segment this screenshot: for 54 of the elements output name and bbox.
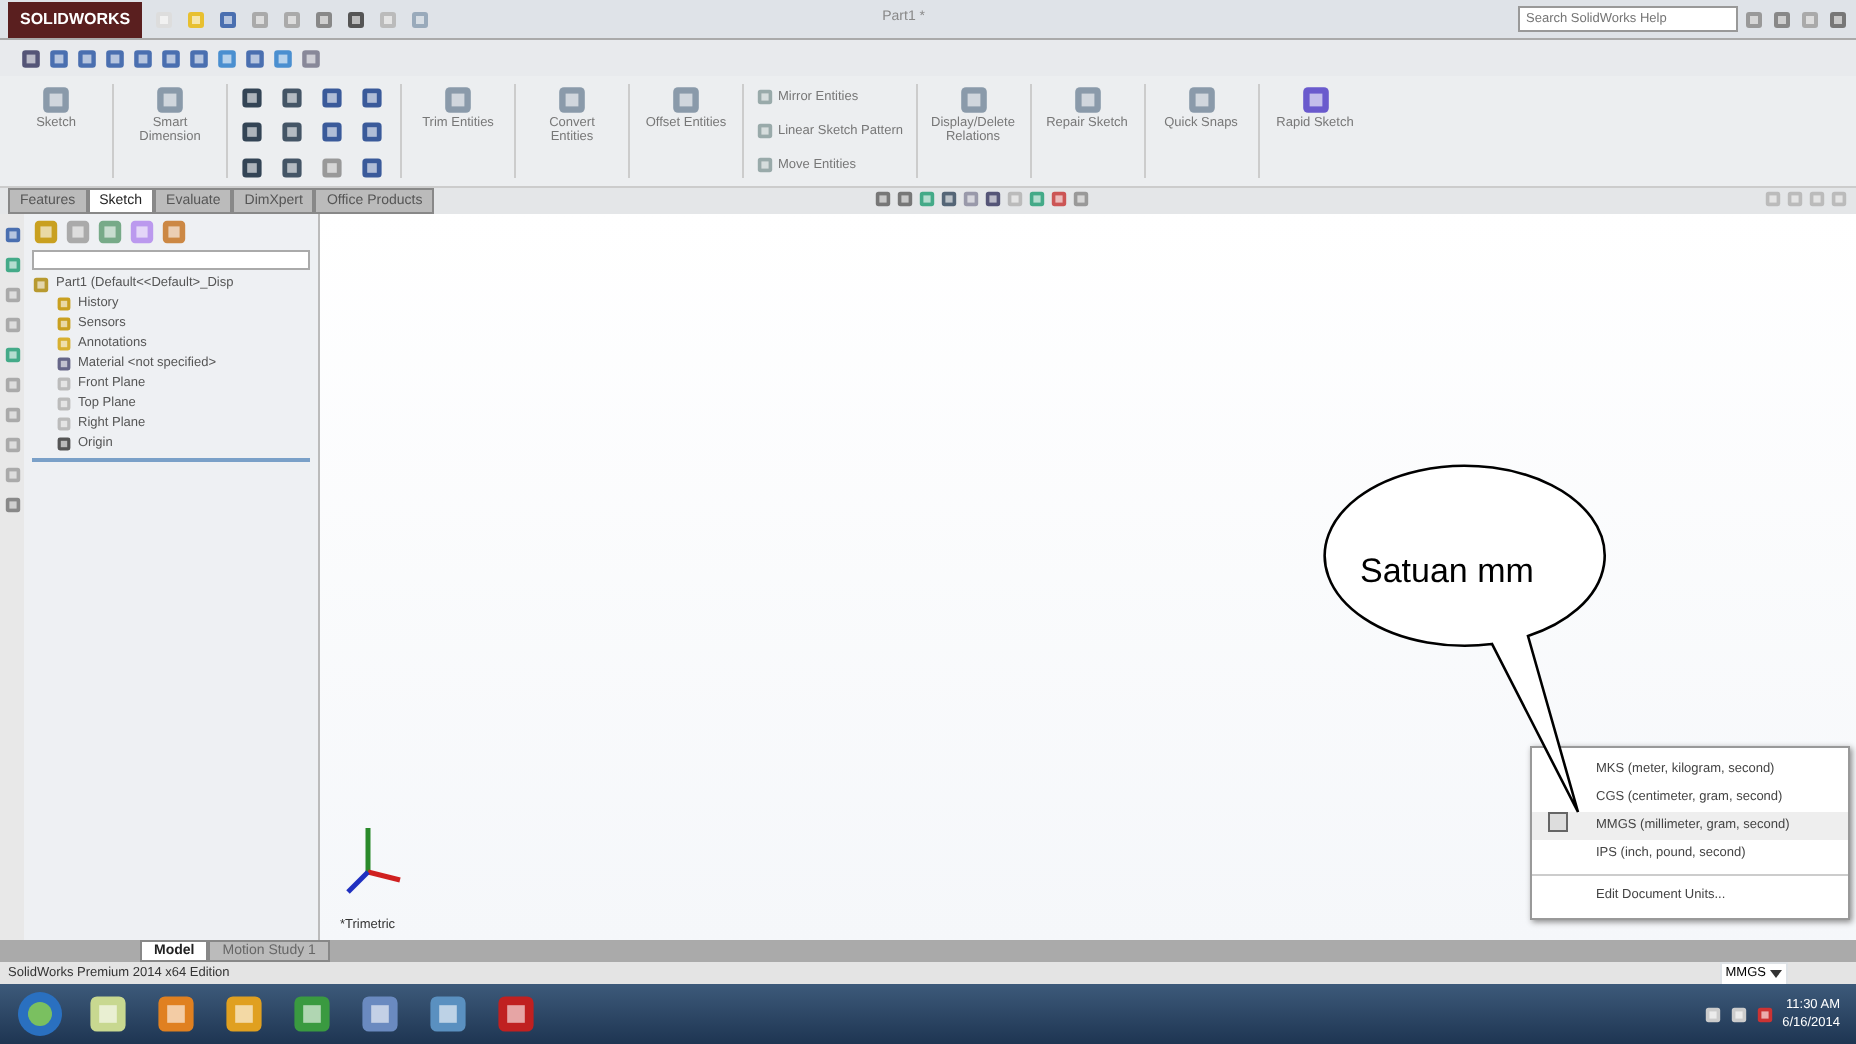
view-tool-icon[interactable] xyxy=(216,47,238,69)
manager-tab-icon[interactable] xyxy=(64,218,92,246)
tool-icon xyxy=(957,84,990,116)
view-tool-icon[interactable] xyxy=(188,47,210,69)
start-button[interactable] xyxy=(16,990,64,1038)
view-tool-icon[interactable] xyxy=(272,47,294,69)
sketch-tool-icon[interactable] xyxy=(320,86,344,110)
view-tool-icon[interactable] xyxy=(132,47,154,69)
view-tool-icon[interactable] xyxy=(160,47,182,69)
sketch-tool-icon[interactable] xyxy=(280,86,304,110)
sketch-tool-icon[interactable] xyxy=(360,86,384,110)
taskbar-app-icon[interactable] xyxy=(356,992,404,1036)
part-icon xyxy=(32,275,50,293)
callout-text: Satuan mm xyxy=(1360,550,1534,594)
view-tool-icon[interactable] xyxy=(48,47,70,69)
taskbar-app-icon[interactable] xyxy=(492,992,540,1036)
tool-icon xyxy=(154,84,186,116)
sketch-tool-icon[interactable] xyxy=(360,155,384,180)
filter-field[interactable] xyxy=(32,250,310,270)
taskbar-app-icon[interactable] xyxy=(152,992,200,1036)
sketch-tool-icon[interactable] xyxy=(240,86,264,110)
view-tool-icon[interactable] xyxy=(76,47,98,69)
tool-icon xyxy=(442,84,474,116)
sketch-tool-icon[interactable] xyxy=(280,120,304,145)
taskbar-app-icon[interactable] xyxy=(84,992,132,1036)
view-tool-icon[interactable] xyxy=(300,47,322,69)
tool-icon xyxy=(1071,84,1104,116)
view-tool-icon[interactable] xyxy=(244,47,266,69)
tool-icon xyxy=(670,84,702,116)
search-icon[interactable] xyxy=(1744,9,1764,29)
toolbar-icon[interactable] xyxy=(218,9,239,29)
app-logo[interactable]: SOLIDWORKS xyxy=(8,1,143,37)
taskbar-app-icon[interactable] xyxy=(288,992,336,1036)
tool-icon xyxy=(1185,84,1218,116)
tool-icon xyxy=(556,84,588,116)
triad-icon xyxy=(344,824,404,896)
taskbar-app-icon[interactable] xyxy=(220,992,268,1036)
sketch-tool-icon[interactable] xyxy=(240,155,264,180)
view-tool-icon[interactable] xyxy=(20,47,42,69)
view-tool-icon[interactable] xyxy=(104,47,126,69)
sketch-tool-icon[interactable] xyxy=(320,120,344,145)
taskbar-app-icon[interactable] xyxy=(424,992,472,1036)
sketch-tool-icon[interactable] xyxy=(360,120,384,145)
caret-icon xyxy=(1770,969,1782,977)
sketch-tool-icon[interactable] xyxy=(240,120,264,145)
toolbar-icon[interactable] xyxy=(314,9,335,29)
tool-icon xyxy=(40,84,72,116)
toolbar-icon[interactable] xyxy=(346,9,367,29)
manager-tab-icon[interactable] xyxy=(32,218,60,246)
manager-tab-icon[interactable] xyxy=(96,218,124,246)
tool-icon xyxy=(1299,84,1332,116)
sketch-tool-icon[interactable] xyxy=(280,155,304,180)
manager-tab-icon[interactable] xyxy=(128,218,156,246)
manager-tab-icon[interactable] xyxy=(160,218,188,246)
